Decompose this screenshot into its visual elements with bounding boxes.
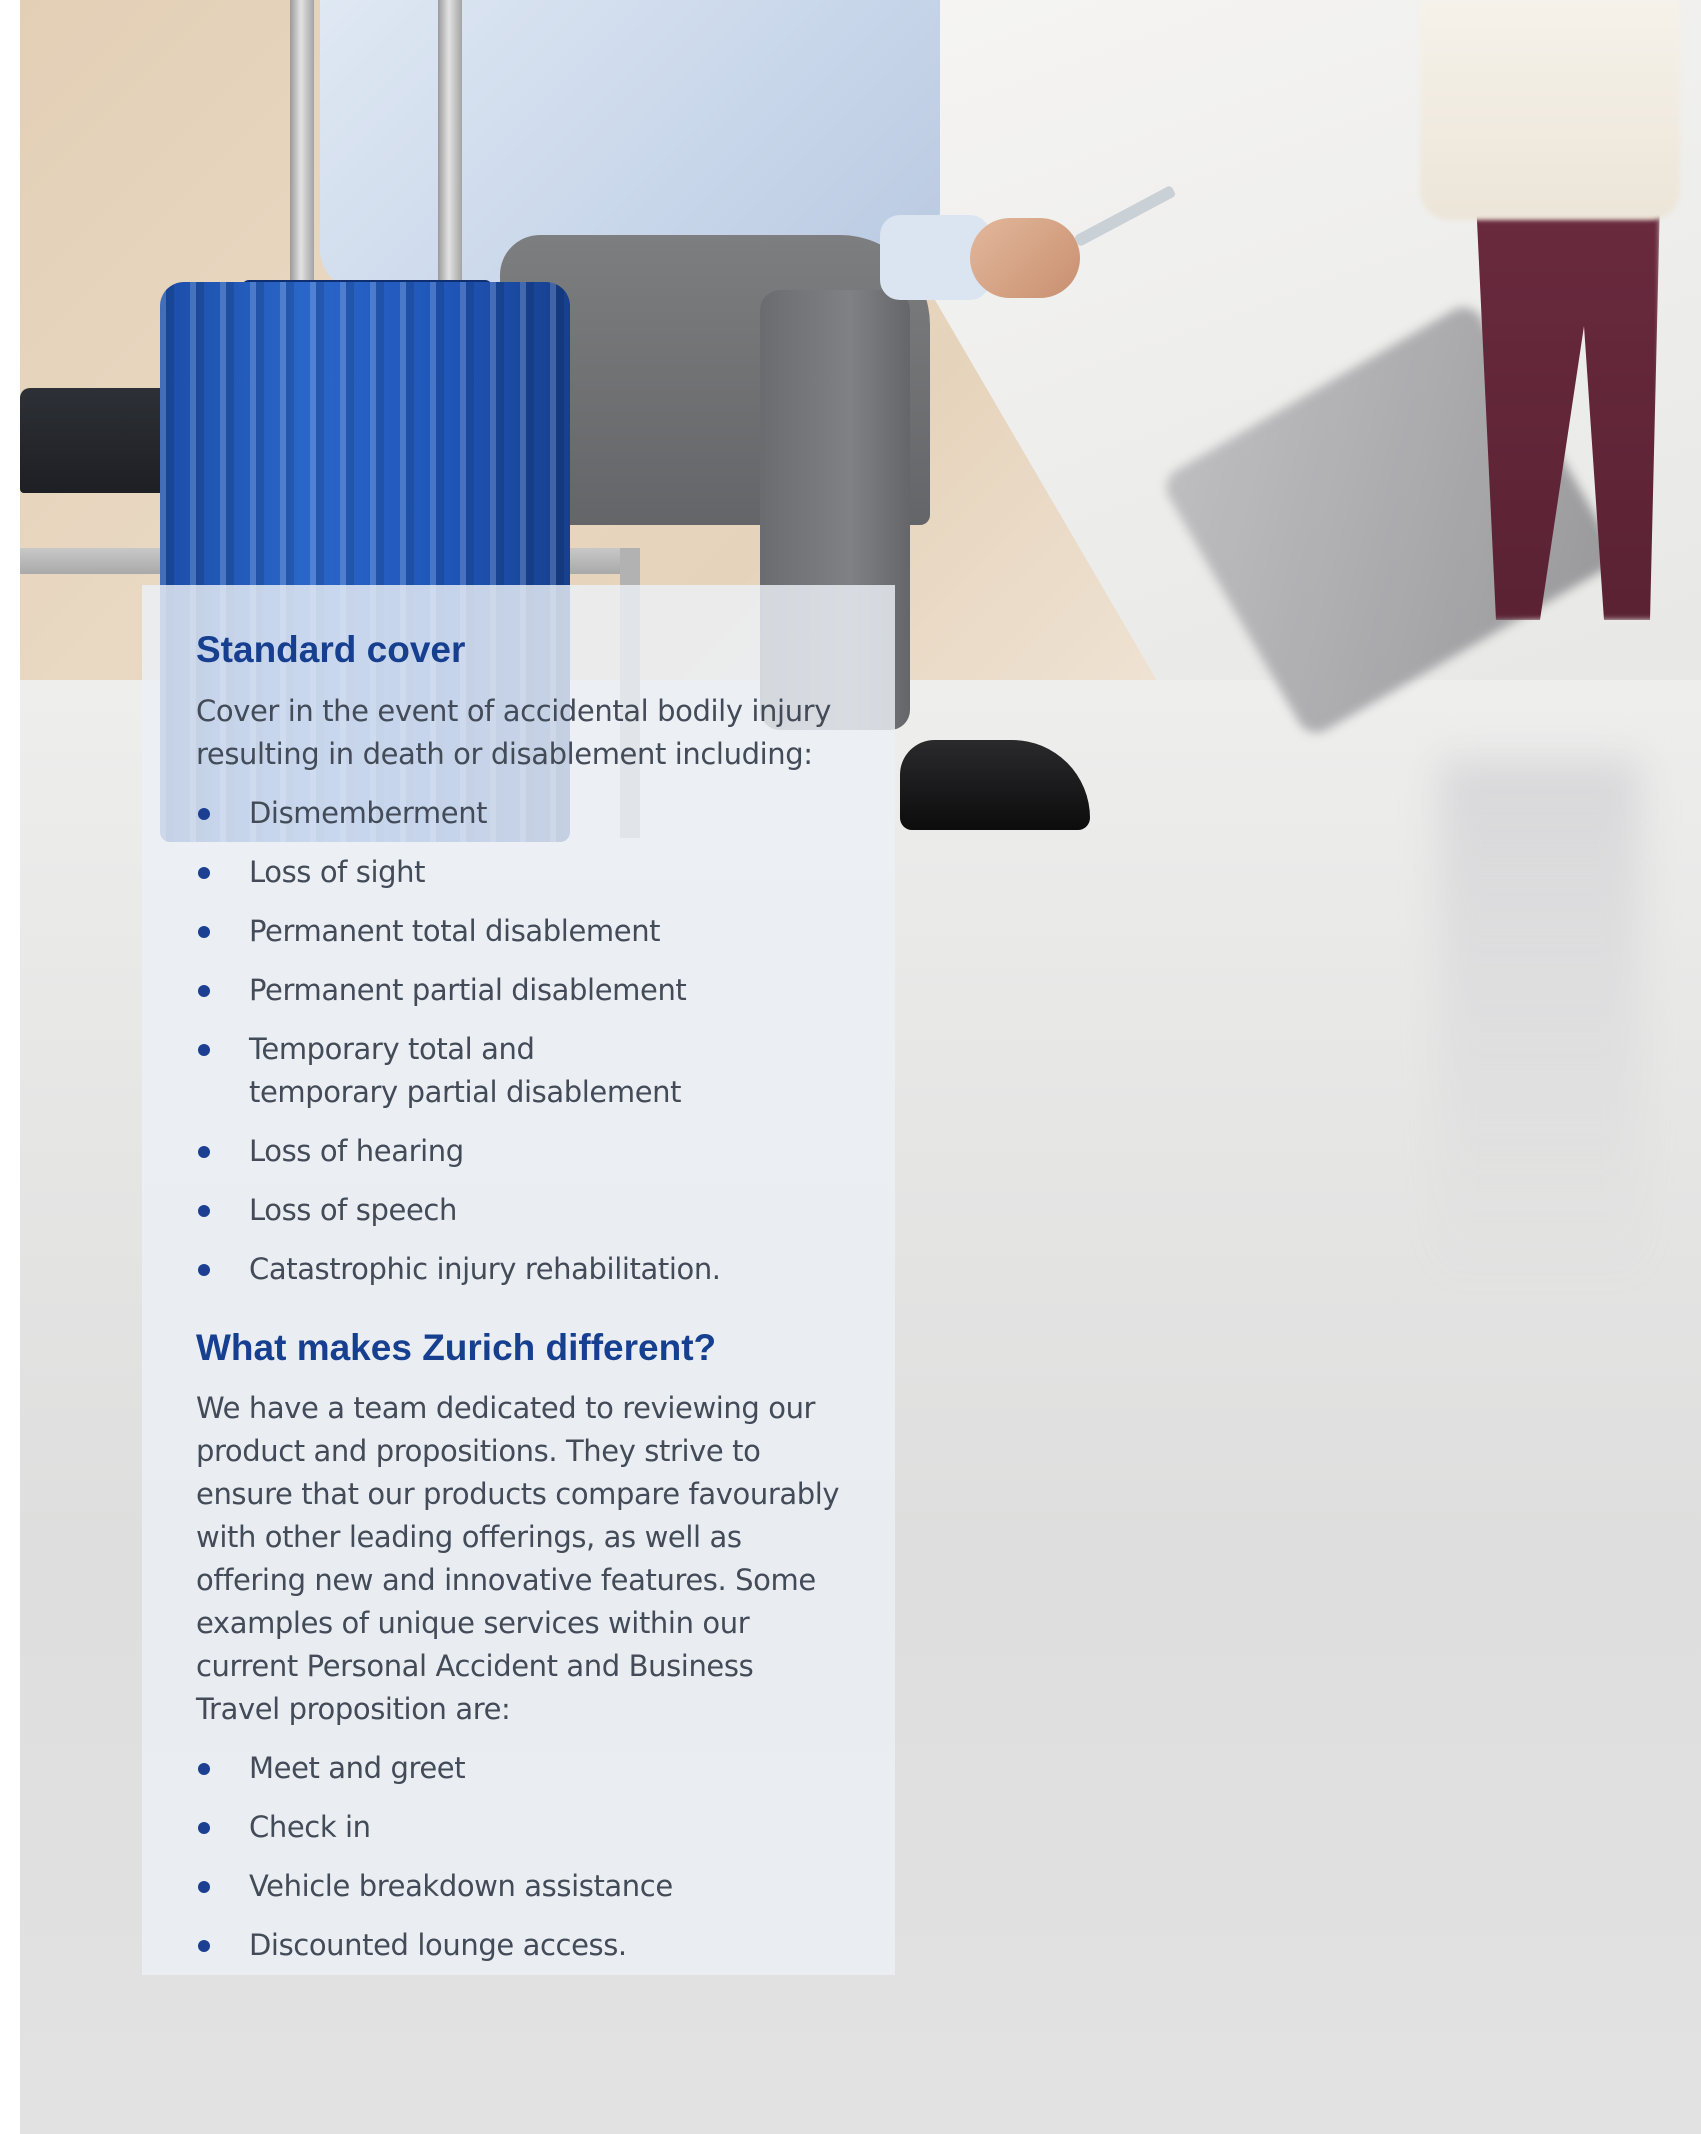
list-item: Loss of sight: [196, 851, 841, 894]
bullet-icon: [198, 984, 210, 997]
bullet-icon: [198, 1763, 210, 1776]
bullet-icon: [198, 1043, 210, 1056]
zurich-different-body: We have a team dedicated to reviewing ou…: [196, 1391, 840, 1727]
list-item-text: Temporary total and temporary partial di…: [249, 1031, 682, 1109]
suitcase-handle-bar: [438, 0, 462, 300]
list-item: Discounted lounge access.: [196, 1924, 841, 1967]
bullet-icon: [198, 1940, 210, 1953]
list-item: Loss of hearing: [196, 1130, 841, 1173]
content-panel: Standard cover Cover in the event of acc…: [142, 585, 895, 1975]
list-item-text: Loss of speech: [249, 1192, 457, 1227]
list-item-text: Loss of hearing: [249, 1133, 464, 1168]
bullet-icon: [198, 1881, 210, 1894]
list-item: Catastrophic injury rehabilitation.: [196, 1248, 841, 1291]
list-item: Loss of speech: [196, 1189, 841, 1232]
bullet-icon: [198, 807, 210, 820]
suitcase-handle-bar: [290, 0, 314, 300]
list-item-text: Discounted lounge access.: [249, 1928, 627, 1963]
list-item-text: Meet and greet: [249, 1751, 466, 1786]
list-item: Vehicle breakdown assistance: [196, 1865, 841, 1908]
bullet-icon: [198, 1263, 210, 1276]
list-item-text: Dismemberment: [249, 795, 488, 830]
bullet-icon: [198, 1204, 210, 1217]
list-item-text: Permanent total disablement: [249, 913, 661, 948]
standard-cover-heading: Standard cover: [196, 629, 466, 670]
list-item: Meet and greet: [196, 1747, 841, 1790]
bullet-icon: [198, 1822, 210, 1835]
list-item-text: Loss of sight: [249, 854, 426, 889]
zurich-different-heading: What makes Zurich different?: [196, 1326, 717, 1368]
list-item: Dismemberment: [196, 792, 841, 835]
bullet-icon: [198, 925, 210, 938]
brochure-page: Standard cover Cover in the event of acc…: [0, 0, 1701, 2134]
bullet-icon: [198, 1145, 210, 1158]
hand: [970, 218, 1080, 298]
list-item: Permanent total disablement: [196, 910, 841, 953]
walking-traveller-coat: [1420, 0, 1680, 220]
bullet-icon: [198, 866, 210, 879]
list-item: Permanent partial disablement: [196, 969, 841, 1012]
list-item-text: Check in: [249, 1810, 371, 1845]
list-item-text: Vehicle breakdown assistance: [249, 1869, 673, 1904]
unique-services-list: Meet and greet Check in Vehicle breakdow…: [196, 1747, 841, 1967]
standard-cover-intro: Cover in the event of accidental bodily …: [196, 693, 831, 771]
list-item: Check in: [196, 1806, 841, 1849]
floor-reflection: [1440, 760, 1640, 1280]
list-item-text: Catastrophic injury rehabilitation.: [249, 1251, 721, 1286]
list-item-text: Permanent partial disablement: [249, 972, 687, 1007]
list-item: Temporary total and temporary partial di…: [196, 1028, 841, 1114]
standard-cover-list: Dismemberment Loss of sight Permanent to…: [196, 792, 841, 1291]
